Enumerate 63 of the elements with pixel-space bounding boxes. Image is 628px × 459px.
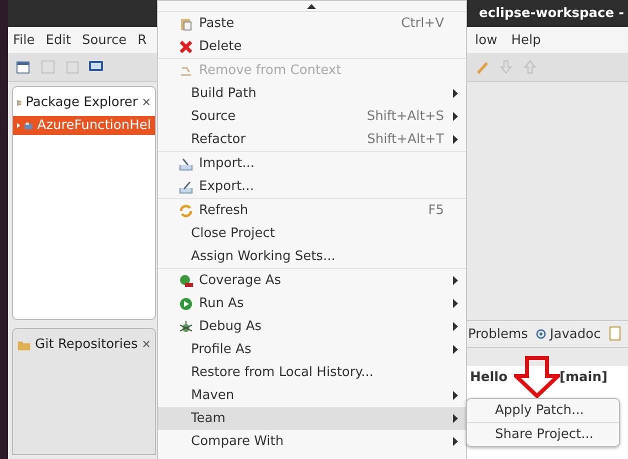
editor-title: [main] <box>560 370 608 385</box>
down-arrow-drawing <box>514 356 560 398</box>
editor-title: Hello <box>470 370 508 385</box>
down-icon[interactable] <box>498 59 514 75</box>
menu-item[interactable]: low <box>475 32 498 48</box>
menu-item[interactable]: File <box>13 32 35 48</box>
menu-item[interactable]: Profile As <box>158 338 466 361</box>
menu-item[interactable]: Compare With <box>158 430 466 453</box>
delete-icon <box>179 40 193 54</box>
panel-tab[interactable]: Package Explorer <box>26 95 138 110</box>
submenu-arrow-icon <box>453 112 458 121</box>
menu-item[interactable]: Build Path <box>158 82 466 105</box>
menu-item[interactable]: Apply Patch... <box>467 399 619 422</box>
pencil-icon[interactable] <box>474 59 490 75</box>
submenu-arrow-icon <box>453 322 458 331</box>
menu-item[interactable]: Maven <box>158 384 466 407</box>
menu-item[interactable]: Source <box>82 32 127 48</box>
refresh-icon <box>179 204 193 218</box>
run-icon <box>179 296 193 310</box>
menu-item[interactable]: Team <box>158 407 466 430</box>
submenu-arrow-icon <box>453 345 458 354</box>
close-icon[interactable]: ✕ <box>142 338 151 351</box>
coverage-icon <box>179 274 193 288</box>
submenu-arrow-icon <box>453 391 458 400</box>
clipboard-icon <box>179 16 193 30</box>
window-title: eclipse-workspace - <box>479 6 624 21</box>
menu-item[interactable]: Edit <box>46 32 71 48</box>
menu-item[interactable]: Refresh F5 <box>158 199 466 222</box>
submenu-arrow-icon <box>453 89 458 98</box>
new-icon[interactable] <box>16 59 32 75</box>
close-icon[interactable]: ✕ <box>142 96 151 109</box>
menu-item[interactable]: Help <box>511 32 541 48</box>
menu-item[interactable]: Refactor Shift+Alt+T <box>158 128 466 151</box>
import-icon <box>179 156 193 170</box>
submenu-arrow-icon <box>453 437 458 446</box>
menu-item[interactable]: Close Project <box>158 222 466 245</box>
submenu-arrow-icon <box>453 276 458 285</box>
submenu-arrow-icon <box>453 135 458 144</box>
menu-item[interactable]: R <box>138 32 147 48</box>
submenu-arrow-icon <box>453 299 458 308</box>
menu-item[interactable]: Share Project... <box>467 422 619 446</box>
tree-item[interactable]: AzureFunctionHel <box>13 116 155 135</box>
submenu-arrow-icon <box>453 414 458 423</box>
panel-tab[interactable]: Git Repositories <box>35 337 138 352</box>
up-icon[interactable] <box>522 59 538 75</box>
menu-item[interactable]: Assign Working Sets... <box>158 245 466 268</box>
menu-item[interactable]: Export... <box>158 175 466 198</box>
menu-item[interactable]: Paste Ctrl+V <box>158 12 466 35</box>
document-icon[interactable] <box>608 326 623 342</box>
menu-item[interactable]: Source Shift+Alt+S <box>158 105 466 128</box>
view-tab[interactable]: Problems <box>468 326 528 342</box>
bug-icon <box>179 320 193 334</box>
at-icon <box>536 329 546 339</box>
menu-item[interactable]: Restore from Local History... <box>158 361 466 384</box>
view-tab[interactable]: Javadoc <box>536 326 601 342</box>
menu-item[interactable]: Debug As <box>158 315 466 338</box>
export-icon <box>179 180 193 194</box>
scroll-up-icon[interactable] <box>307 4 316 8</box>
menu-item[interactable]: Import... <box>158 152 466 175</box>
menu-item[interactable]: Run As <box>158 292 466 315</box>
menu-item[interactable]: Coverage As <box>158 269 466 292</box>
menu-item[interactable]: Delete <box>158 35 466 58</box>
expand-icon[interactable] <box>17 121 20 130</box>
